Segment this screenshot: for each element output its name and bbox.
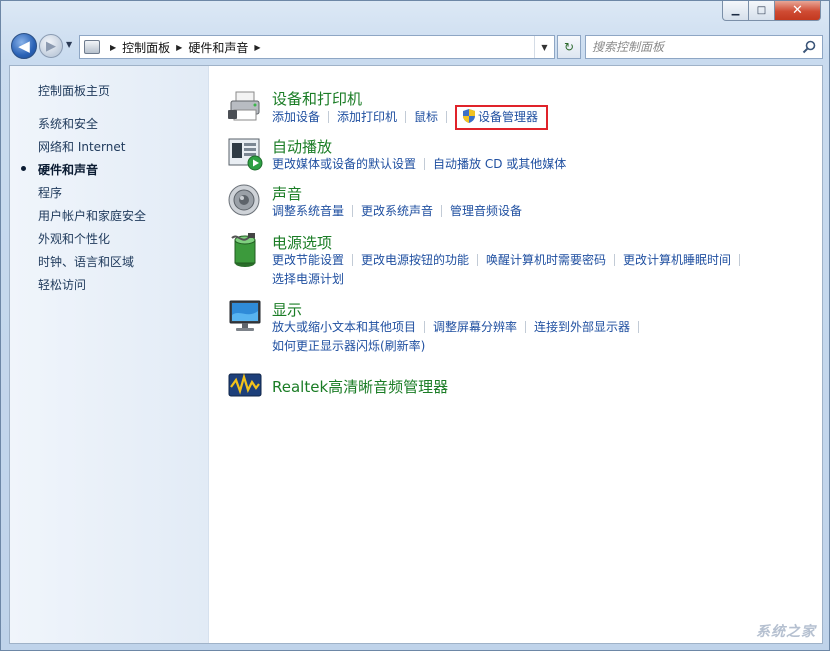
sidebar-item-hardware-sound: 硬件和声音 — [38, 163, 99, 177]
sidebar-item-user-accounts[interactable]: 用户帐户和家庭安全 — [38, 207, 146, 224]
link-separator — [441, 205, 443, 217]
autoplay-icon[interactable] — [228, 136, 264, 172]
category-sound: 声音 调整系统音量 更改系统声音 管理音频设备 — [228, 183, 788, 223]
address-bar[interactable]: ▶ 控制面板 ▶ 硬件和声音 ▶ ▼ — [79, 35, 555, 59]
sidebar-item-appearance[interactable]: 外观和个性化 — [38, 230, 110, 247]
category-title-autoplay[interactable]: 自动播放 — [272, 136, 332, 157]
sidebar-item-clock-language[interactable]: 时钟、语言和区域 — [38, 253, 134, 270]
link-separator — [477, 254, 479, 266]
category-title-sound[interactable]: 声音 — [272, 183, 302, 204]
category-title-display[interactable]: 显示 — [272, 299, 302, 320]
category-devices-printers: 设备和打印机 添加设备 添加打印机 鼠标 设备管理器 — [228, 88, 788, 132]
link-separator — [328, 111, 330, 123]
category-title-devices-printers[interactable]: 设备和打印机 — [272, 88, 362, 109]
link-add-device[interactable]: 添加设备 — [272, 108, 320, 127]
category-links-sound: 调整系统音量 更改系统声音 管理音频设备 — [272, 202, 812, 221]
breadcrumb-separator[interactable]: ▶ — [110, 43, 116, 52]
category-links-autoplay: 更改媒体或设备的默认设置 自动播放 CD 或其他媒体 — [272, 155, 812, 174]
link-text-size[interactable]: 放大或缩小文本和其他项目 — [272, 318, 416, 337]
refresh-button[interactable]: ↻ — [557, 35, 581, 59]
link-adjust-volume[interactable]: 调整系统音量 — [272, 202, 344, 221]
breadcrumb-separator[interactable]: ▶ — [176, 43, 182, 52]
link-change-system-sounds[interactable]: 更改系统声音 — [361, 202, 433, 221]
sidebar: 控制面板主页 系统和安全 网络和 Internet 硬件和声音 程序 用户帐户和… — [10, 66, 209, 643]
uac-shield-icon — [463, 109, 476, 123]
sidebar-item-system-security[interactable]: 系统和安全 — [38, 115, 98, 132]
control-panel-icon — [84, 40, 100, 54]
realtek-audio-icon[interactable] — [228, 368, 264, 404]
caption-buttons: ▁ □ ✕ — [722, 1, 821, 21]
link-change-media-defaults[interactable]: 更改媒体或设备的默认设置 — [272, 155, 416, 174]
link-separator — [525, 321, 527, 333]
search-box[interactable] — [585, 35, 823, 59]
window-frame: ▁ □ ✕ ◀ ▶ ▼ ▶ 控制面板 ▶ 硬件和声音 ▶ ▼ ↻ 搜索控制面板 … — [0, 0, 830, 651]
category-links-power-options: 更改节能设置 更改电源按钮的功能 唤醒计算机时需要密码 更改计算机睡眠时间选择电源计划 — [272, 251, 812, 289]
link-mouse[interactable]: 鼠标 — [414, 108, 438, 127]
link-wake-password[interactable]: 唤醒计算机时需要密码 — [486, 251, 606, 270]
link-device-manager[interactable]: 设备管理器 — [478, 108, 538, 127]
link-separator — [739, 254, 741, 266]
category-power-options: 电源选项 更改节能设置 更改电源按钮的功能 唤醒计算机时需要密码 更改计算机睡眠时间选… — [228, 232, 788, 290]
printer-icon[interactable] — [228, 88, 264, 124]
category-links-display: 放大或缩小文本和其他项目 调整屏幕分辨率 连接到外部显示器如何更正显示器闪烁(刷新率… — [272, 318, 812, 356]
sidebar-item-home[interactable]: 控制面板主页 — [38, 82, 110, 99]
link-screen-resolution[interactable]: 调整屏幕分辨率 — [433, 318, 517, 337]
maximize-button[interactable]: □ — [749, 1, 775, 21]
battery-icon[interactable] — [228, 232, 264, 268]
category-title-realtek-audio[interactable]: Realtek高清晰音频管理器 — [272, 376, 448, 397]
address-dropdown-button[interactable]: ▼ — [534, 36, 554, 58]
category-realtek-audio: Realtek高清晰音频管理器 — [228, 368, 788, 404]
close-button[interactable]: ✕ — [775, 1, 821, 21]
link-separator — [638, 321, 640, 333]
breadcrumb-separator[interactable]: ▶ — [254, 43, 260, 52]
link-manage-audio-devices[interactable]: 管理音频设备 — [450, 202, 522, 221]
navigation-bar: ◀ ▶ ▼ ▶ 控制面板 ▶ 硬件和声音 ▶ ▼ ↻ — [9, 31, 823, 63]
link-add-printer[interactable]: 添加打印机 — [337, 108, 397, 127]
link-separator — [352, 205, 354, 217]
category-title-power-options[interactable]: 电源选项 — [272, 232, 332, 253]
search-icon[interactable] — [802, 40, 816, 54]
link-external-display[interactable]: 连接到外部显示器 — [534, 318, 630, 337]
watermark: 系统之家 — [756, 624, 816, 640]
link-change-power-saving[interactable]: 更改节能设置 — [272, 251, 344, 270]
monitor-icon[interactable] — [228, 299, 264, 335]
main-pane: 设备和打印机 添加设备 添加打印机 鼠标 设备管理器 自动播放 更改媒体或设备的… — [210, 66, 822, 643]
link-separator — [446, 111, 448, 123]
link-separator — [424, 321, 426, 333]
link-sleep-time[interactable]: 更改计算机睡眠时间 — [623, 251, 731, 270]
highlight-box: 设备管理器 — [455, 105, 549, 130]
breadcrumb-hardware-sound[interactable]: 硬件和声音 — [188, 39, 248, 56]
link-autoplay-cd[interactable]: 自动播放 CD 或其他媒体 — [433, 155, 566, 174]
sidebar-item-programs[interactable]: 程序 — [38, 184, 62, 201]
link-choose-power-plan[interactable]: 选择电源计划 — [272, 270, 344, 289]
link-power-button-function[interactable]: 更改电源按钮的功能 — [361, 251, 469, 270]
forward-button[interactable]: ▶ — [39, 34, 63, 58]
speaker-icon[interactable] — [228, 183, 264, 219]
category-display: 显示 放大或缩小文本和其他项目 调整屏幕分辨率 连接到外部显示器如何更正显示器闪烁(… — [228, 299, 788, 357]
link-separator — [424, 158, 426, 170]
content-area: 控制面板主页 系统和安全 网络和 Internet 硬件和声音 程序 用户帐户和… — [9, 65, 823, 644]
current-item-bullet — [21, 166, 26, 171]
sidebar-item-network[interactable]: 网络和 Internet — [38, 138, 125, 155]
link-separator — [352, 254, 354, 266]
link-separator — [614, 254, 616, 266]
category-links-devices-printers: 添加设备 添加打印机 鼠标 设备管理器 — [272, 105, 812, 130]
sidebar-item-ease-of-access[interactable]: 轻松访问 — [38, 276, 86, 293]
search-input[interactable] — [592, 40, 792, 54]
link-separator — [405, 111, 407, 123]
link-refresh-rate[interactable]: 如何更正显示器闪烁(刷新率) — [272, 337, 425, 356]
breadcrumb-control-panel[interactable]: 控制面板 — [122, 39, 170, 56]
minimize-button[interactable]: ▁ — [722, 1, 749, 21]
back-button[interactable]: ◀ — [11, 33, 37, 59]
category-autoplay: 自动播放 更改媒体或设备的默认设置 自动播放 CD 或其他媒体 — [228, 136, 788, 176]
recent-pages-dropdown[interactable]: ▼ — [66, 40, 72, 49]
